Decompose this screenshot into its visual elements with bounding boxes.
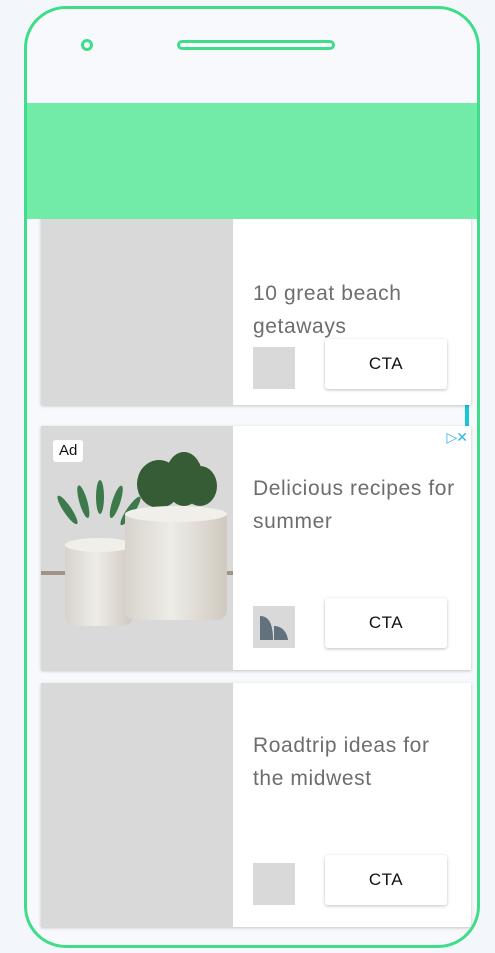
- speaker-icon: [177, 40, 335, 50]
- logo-placeholder: [253, 863, 295, 905]
- plant-leaf: [74, 484, 92, 520]
- cactus-plant: [183, 466, 217, 506]
- cta-button[interactable]: CTA: [325, 339, 447, 389]
- camera-icon: [81, 39, 93, 51]
- plant-leaf: [96, 480, 104, 514]
- card-headline: 10 great beach getaways: [253, 282, 402, 338]
- article-card-3[interactable]: Roadtrip ideas for the midwest CTA: [41, 683, 471, 927]
- header-band: [27, 103, 477, 219]
- ad-badge: Ad: [53, 440, 84, 462]
- logo-placeholder: [253, 347, 295, 389]
- large-pot: [125, 512, 227, 620]
- phone-frame: 10 great beach getaways CTA Ad ▷✕ Delici…: [24, 6, 480, 948]
- card-headline: Roadtrip ideas for the midwest: [253, 734, 430, 790]
- small-pot-rim: [65, 538, 133, 552]
- cta-button[interactable]: CTA: [325, 598, 447, 648]
- brand-logo-icon: [253, 606, 295, 648]
- large-pot-rim: [125, 506, 227, 522]
- cta-button[interactable]: CTA: [325, 855, 447, 905]
- small-pot: [65, 544, 133, 626]
- card-headline: Delicious recipes for summer: [253, 477, 455, 533]
- ad-card[interactable]: Ad ▷✕ Delicious recipes for summer CTA: [41, 426, 471, 670]
- content-feed: 10 great beach getaways CTA Ad ▷✕ Delici…: [41, 103, 471, 933]
- image-placeholder: [41, 683, 233, 927]
- plant-leaf: [54, 493, 81, 527]
- adchoices-icon[interactable]: ▷✕: [437, 428, 469, 446]
- ad-image: Ad: [41, 426, 233, 670]
